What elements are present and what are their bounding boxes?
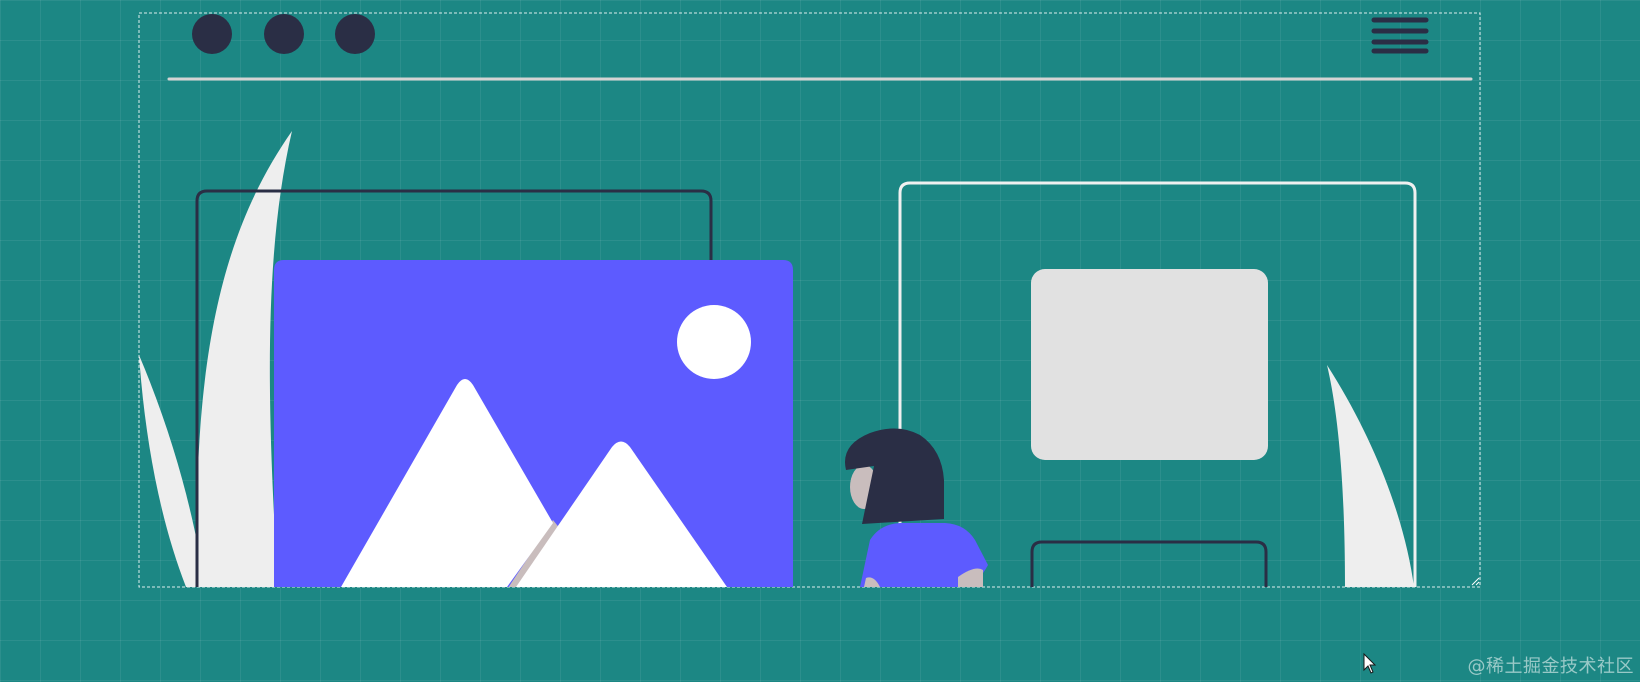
- hero-illustration: [138, 12, 1481, 674]
- content-block: [1031, 269, 1268, 460]
- window-controls: [192, 14, 375, 54]
- leaf-shape-left: [139, 355, 205, 587]
- control-dot: [335, 14, 375, 54]
- control-dot: [192, 14, 232, 54]
- mouse-cursor-icon: [1363, 652, 1377, 674]
- control-dot: [264, 14, 304, 54]
- watermark-text: @稀土掘金技术社区: [1467, 656, 1634, 677]
- person-figure: [845, 428, 988, 587]
- card-outline-small: [1030, 540, 1268, 587]
- image-placeholder-icon: [274, 260, 793, 587]
- leaf-shape-right: [1327, 365, 1414, 587]
- hamburger-menu-icon[interactable]: [1371, 17, 1429, 54]
- resize-handle-icon[interactable]: [1471, 577, 1480, 586]
- sun-circle: [677, 305, 751, 379]
